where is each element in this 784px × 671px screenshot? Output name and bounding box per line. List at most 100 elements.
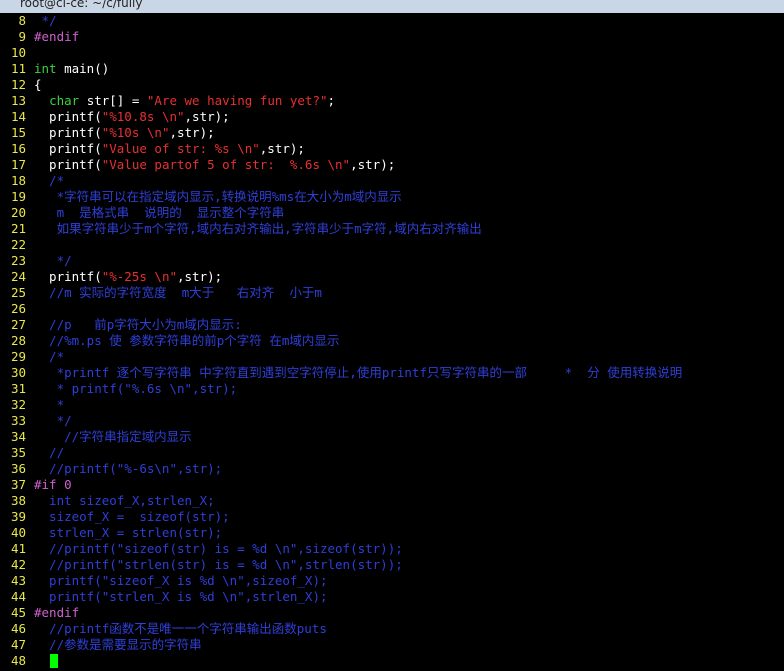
line-number: 18 [10,173,26,188]
line-number: 40 [10,525,26,540]
line-number: 46 [10,621,26,636]
code-text: * printf("%.6s \n",str); [34,381,238,397]
code-line[interactable]: 25 //m 实际的字符宽度 m大于 右对齐 小于m [0,285,784,301]
code-line[interactable]: 24 printf("%-25s \n",str); [0,269,784,285]
code-line[interactable]: 23 */ [0,253,784,269]
code-line[interactable]: 28 //%m.ps 使 参数字符串的前p个字符 在m域内显示 [0,333,784,349]
code-text: // [34,445,64,461]
code-line[interactable]: 16 printf("Value of str: %s \n",str); [0,141,784,157]
code-text: //参数是需要显示的字符串 [34,637,202,653]
code-text: printf("Value partof 5 of str: %.6s \n",… [34,157,395,173]
line-number: 16 [10,141,26,156]
code-token: "Value of str: %s \n" [101,141,260,156]
code-token: /* [34,173,65,188]
code-text: printf("%10s \n",str); [34,125,215,141]
code-line[interactable]: 31 * printf("%.6s \n",str); [0,381,784,397]
code-line[interactable]: 35 // [0,445,784,461]
line-number: 28 [10,333,26,348]
code-token: strlen_X = strlen(str); [34,525,223,540]
code-token: printf( [34,125,102,140]
code-text: printf("%10.8s \n",str); [34,109,230,125]
code-line[interactable]: 30 *printf 逐个写字符串 中字符直到遇到空字符停止,使用printf只… [0,365,784,381]
code-line[interactable]: 10 [0,45,784,61]
code-line[interactable]: 20 m 是格式串 说明的 显示整个字符串 [0,205,784,221]
code-token: //printf("sizeof(str) is = %d \n",sizeof… [34,541,403,556]
code-text: //%m.ps 使 参数字符串的前p个字符 在m域内显示 [34,333,339,349]
code-token: */ [34,253,72,268]
code-line[interactable]: 26 [0,301,784,317]
code-line[interactable]: 33 */ [0,413,784,429]
line-number: 31 [10,381,26,396]
code-text: printf("strlen_X is %d \n",strlen_X); [34,589,327,605]
code-line[interactable]: 44 printf("strlen_X is %d \n",strlen_X); [0,589,784,605]
code-line[interactable]: 37 #if 0 [0,477,784,493]
code-line[interactable]: 39 sizeof_X = sizeof(str); [0,509,784,525]
code-text: //p 前p字符大小为m域内显示: [34,317,242,333]
line-number: 21 [10,221,26,236]
code-line[interactable]: 8 */ [0,13,784,29]
code-line[interactable]: 38 int sizeof_X,strlen_X; [0,493,784,509]
code-token: int [34,61,57,76]
code-text: //printf("sizeof(str) is = %d \n",sizeof… [34,541,403,557]
code-line[interactable]: 14 printf("%10.8s \n",str); [0,109,784,125]
code-token: ,str); [177,269,223,284]
code-line[interactable]: 12 { [0,77,784,93]
code-line[interactable]: 22 [0,237,784,253]
code-text: /* [34,173,64,189]
code-text: *printf 逐个写字符串 中字符直到遇到空字符停止,使用printf只写字符… [34,365,683,381]
line-number: 39 [10,509,26,524]
code-line[interactable]: 29 /* [0,349,784,365]
code-text: int main() [34,61,109,77]
code-line[interactable]: 43 printf("sizeof_X is %d \n",sizeof_X); [0,573,784,589]
code-line[interactable]: 46 //printf函数不是唯一一个字符串输出函数puts [0,621,784,637]
code-line[interactable]: 11 int main() [0,61,784,77]
code-line[interactable]: 18 /* [0,173,784,189]
code-line[interactable]: 15 printf("%10s \n",str); [0,125,784,141]
code-text: 如果字符串少于m个字符,域内右对齐输出,字符串少于m字符,域内右对齐输出 [34,221,482,237]
code-text: */ [34,13,57,29]
code-text: */ [34,413,72,429]
code-line[interactable]: 32 * [0,397,784,413]
line-number: 48 [10,653,26,668]
code-line[interactable]: 19 *字符串可以在指定域内显示,转换说明%ms在大小为m域内显示 [0,189,784,205]
code-line[interactable]: 41 //printf("sizeof(str) is = %d \n",siz… [0,541,784,557]
code-text: sizeof_X = sizeof(str); [34,509,230,525]
line-number: 22 [10,237,26,252]
window-titlebar[interactable]: root@cl-ce: ~/c/fully [0,0,784,13]
code-line[interactable]: 21 如果字符串少于m个字符,域内右对齐输出,字符串少于m字符,域内右对齐输出 [0,221,784,237]
code-token: ,str); [259,141,305,156]
code-text: /* [34,349,64,365]
code-token: ,str); [350,157,396,172]
line-number: 38 [10,493,26,508]
code-token: #endif [34,605,80,620]
code-token: 如果字符串少于m个字符,域内右对齐输出,字符串少于m字符,域内右对齐输出 [34,221,482,236]
line-number: 8 [18,13,26,28]
code-line[interactable]: 47 //参数是需要显示的字符串 [0,637,784,653]
code-line[interactable]: 40 strlen_X = strlen(str); [0,525,784,541]
code-editor[interactable]: 8 */9 #endif 10 11 int main() 12{13 char str[… [0,13,784,671]
code-line[interactable]: 13 char str[] = "Are we having fun yet?"… [0,93,784,109]
code-line[interactable]: 48 [0,653,784,669]
code-line[interactable]: 42 //printf("strlen(str) is = %d \n",str… [0,557,784,573]
code-line[interactable]: 45 #endif [0,605,784,621]
code-line[interactable]: 27 //p 前p字符大小为m域内显示: [0,317,784,333]
line-number: 13 [10,93,26,108]
line-number: 36 [10,461,26,476]
code-token: *printf 逐个写字符串 中字符直到遇到空字符停止,使用printf只写字符… [34,365,683,380]
code-token: str[] = [79,93,147,108]
line-number: 15 [10,125,26,140]
line-number: 35 [10,445,26,460]
code-line[interactable]: 36 //printf("%-6s\n",str); [0,461,784,477]
line-number: 19 [10,189,26,204]
code-line[interactable]: 9 #endif [0,29,784,45]
code-text: #if 0 [34,477,72,493]
code-token: ,str); [169,125,215,140]
code-text: #endif [34,29,79,45]
line-number: 44 [10,589,26,604]
code-token: int sizeof_X,strlen_X; [34,493,215,508]
code-token: "Are we having fun yet?" [146,93,328,108]
code-line[interactable]: 17 printf("Value partof 5 of str: %.6s \… [0,157,784,173]
code-line[interactable]: 34 //字符串指定域内显示 [0,429,784,445]
code-text: //m 实际的字符宽度 m大于 右对齐 小于m [34,285,322,301]
code-token: main() [56,61,110,76]
